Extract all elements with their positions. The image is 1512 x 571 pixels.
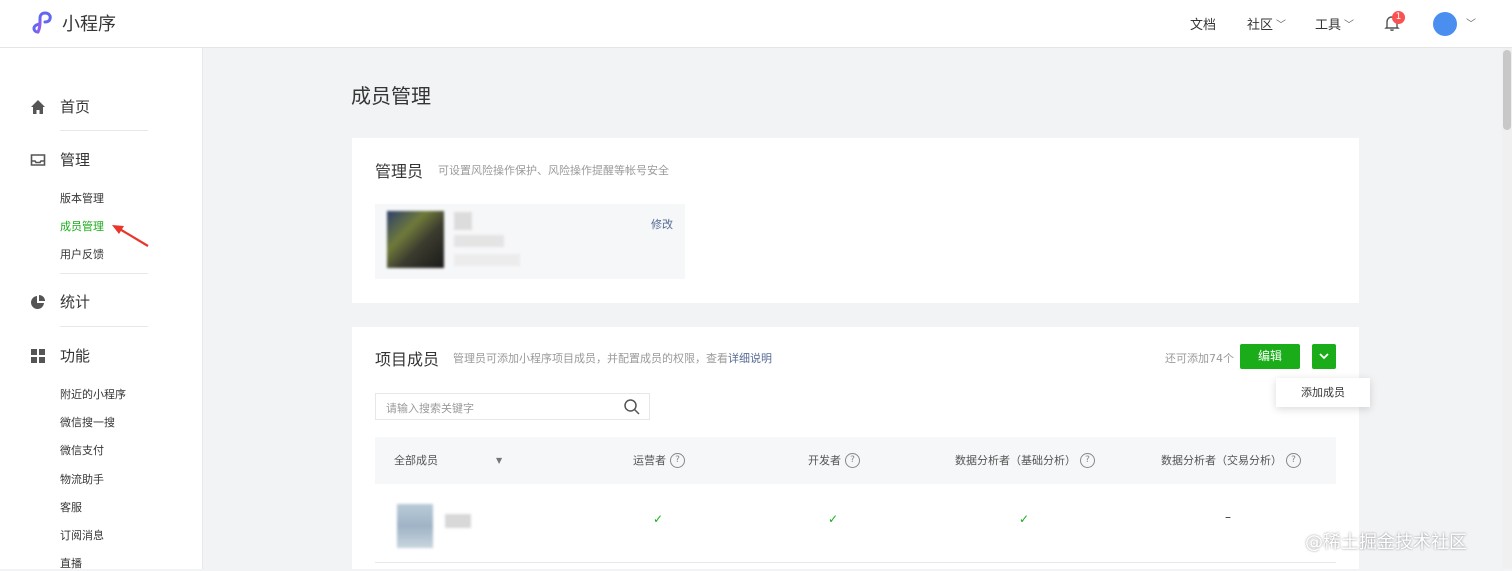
top-bar: 小程序 文档 社区 ﹀ 工具 ﹀ 1 ﹀ <box>0 0 1512 48</box>
pie-chart-icon <box>31 294 45 309</box>
sidebar-group-label: 管理 <box>60 151 91 169</box>
admin-tip: 可设置风险操作保护、风险操作提醒等帐号安全 <box>438 164 669 177</box>
column-header: 全部成员 <box>394 454 438 467</box>
divider <box>60 326 148 327</box>
chevron-down-icon <box>1319 353 1329 360</box>
table-row: ✓ ✓ ✓ – <box>375 484 1336 563</box>
sidebar-item-pay[interactable]: 微信支付 <box>60 442 104 458</box>
column-header: 数据分析者（基础分析） <box>955 454 1076 467</box>
logo[interactable]: 小程序 <box>30 10 116 36</box>
sidebar-item-members[interactable]: 成员管理 <box>60 218 104 234</box>
sidebar-item-feedback[interactable]: 用户反馈 <box>60 246 104 262</box>
column-analyst-trade: 数据分析者（交易分析）? <box>1161 437 1301 484</box>
sidebar-item-nearby[interactable]: 附近的小程序 <box>60 386 126 402</box>
nav-docs-label: 文档 <box>1190 18 1217 33</box>
sidebar-group-label: 功能 <box>60 347 91 365</box>
admin-modify-link[interactable]: 修改 <box>651 216 673 232</box>
sidebar-group-manage[interactable]: 管理 <box>30 149 90 170</box>
chevron-down-icon: ﹀ <box>1344 20 1355 31</box>
home-icon <box>31 99 45 114</box>
search-input[interactable] <box>384 399 618 417</box>
table-header: 全部成员 ▼ 运营者? 开发者? 数据分析者（基础分析）? 数据分析者（交易分析）… <box>375 437 1336 484</box>
sidebar-group-label: 首页 <box>60 98 91 116</box>
nav-community-label: 社区 <box>1247 18 1274 33</box>
page-title: 成员管理 <box>351 84 431 108</box>
nav-docs[interactable]: 文档 <box>1190 0 1216 47</box>
more-dropdown-button[interactable] <box>1312 344 1336 369</box>
sidebar-item-logistics[interactable]: 物流助手 <box>60 471 104 487</box>
remaining-count: 还可添加74个 <box>1165 352 1234 365</box>
search-box <box>375 393 650 420</box>
admin-title: 管理员 <box>375 162 424 181</box>
column-header: 运营者 <box>633 454 666 467</box>
column-header: 开发者 <box>808 454 841 467</box>
notification-badge: 1 <box>1392 11 1405 24</box>
column-developer: 开发者? <box>808 437 860 484</box>
app-title: 小程序 <box>62 14 116 35</box>
admin-id-blurred <box>454 254 520 266</box>
members-title: 项目成员 <box>375 350 440 369</box>
help-icon[interactable]: ? <box>1286 453 1301 468</box>
filter-all-members[interactable]: 全部成员 ▼ <box>394 437 502 484</box>
divider <box>60 273 148 274</box>
help-icon[interactable]: ? <box>670 453 685 468</box>
column-analyst-basic: 数据分析者（基础分析）? <box>955 437 1095 484</box>
nav-tools-label: 工具 <box>1315 18 1342 33</box>
search-icon[interactable] <box>623 398 641 416</box>
help-icon[interactable]: ? <box>1080 453 1095 468</box>
admin-name-blurred <box>454 212 472 230</box>
member-avatar <box>397 504 433 548</box>
divider <box>60 130 148 131</box>
column-operator: 运营者? <box>633 437 685 484</box>
help-icon[interactable]: ? <box>845 453 860 468</box>
sidebar-item-subscribe[interactable]: 订阅消息 <box>60 527 104 543</box>
inbox-icon <box>30 153 46 166</box>
edit-button[interactable]: 编辑 <box>1240 344 1300 369</box>
check-icon: ✓ <box>828 512 839 526</box>
member-name-blurred <box>445 514 471 528</box>
check-icon: ✓ <box>653 512 664 526</box>
scrollbar-thumb[interactable] <box>1503 50 1511 130</box>
sidebar-group-home[interactable]: 首页 <box>30 96 90 117</box>
sidebar-item-service[interactable]: 客服 <box>60 499 82 515</box>
members-tip: 管理员可添加小程序项目成员，并配置成员的权限，查看详细说明 <box>453 350 772 366</box>
chevron-down-icon: ﹀ <box>1276 20 1287 31</box>
nav-community[interactable]: 社区 ﹀ <box>1247 0 1286 47</box>
sidebar-group-stats[interactable]: 统计 <box>30 291 90 312</box>
annotation-arrow <box>112 225 149 247</box>
members-tip-text: 管理员可添加小程序项目成员，并配置成员的权限，查看 <box>453 352 728 365</box>
watermark: @稀土掘金技术社区 <box>1305 532 1467 553</box>
check-icon: ✓ <box>1019 512 1030 526</box>
dropdown-item-add-member[interactable]: 添加成员 <box>1276 378 1370 407</box>
sidebar-group-features[interactable]: 功能 <box>30 345 90 366</box>
grid-icon <box>31 348 45 363</box>
admin-avatar <box>387 211 444 268</box>
chevron-down-icon[interactable]: ﹀ <box>1466 15 1476 30</box>
dash-mark: – <box>1225 510 1231 524</box>
sidebar-group-label: 统计 <box>60 293 91 311</box>
sidebar-item-search[interactable]: 微信搜一搜 <box>60 414 115 430</box>
nav-tools[interactable]: 工具 ﹀ <box>1315 0 1354 47</box>
logo-icon <box>32 11 52 34</box>
sidebar-item-version[interactable]: 版本管理 <box>60 190 104 206</box>
sidebar: 首页 管理 版本管理 成员管理 用户反馈 统计 功能 附近的小程序 微信搜一搜 … <box>0 48 203 570</box>
members-detail-link[interactable]: 详细说明 <box>728 352 772 365</box>
avatar[interactable] <box>1433 12 1457 36</box>
column-header: 数据分析者（交易分析） <box>1161 454 1282 467</box>
caret-down-icon: ▼ <box>496 456 503 465</box>
admin-id-blurred <box>454 235 504 247</box>
